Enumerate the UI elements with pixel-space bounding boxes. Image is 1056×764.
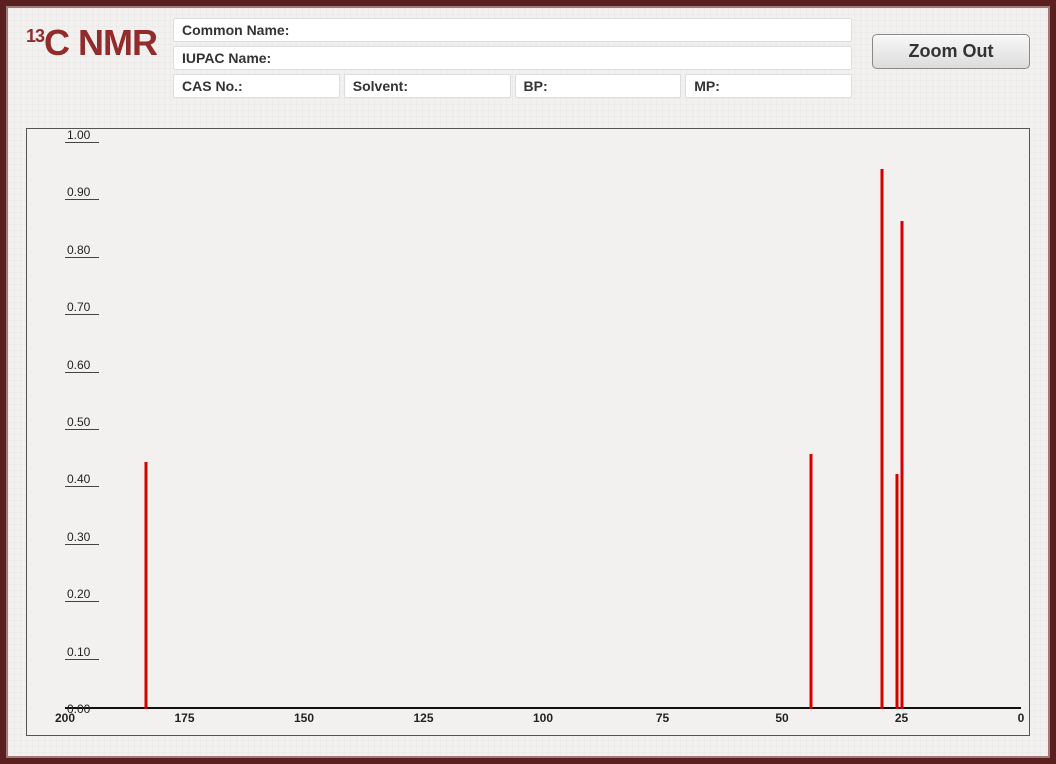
nmr-peak xyxy=(145,462,148,709)
mp-label: MP: xyxy=(694,78,720,94)
nmr-text: C NMR xyxy=(44,22,157,63)
cas-field[interactable]: CAS No.: xyxy=(173,74,340,98)
cas-label: CAS No.: xyxy=(182,78,243,94)
x-tick-label: 175 xyxy=(174,711,194,725)
y-tick-label: 1.00 xyxy=(67,128,101,142)
y-tick-label: 0.60 xyxy=(67,358,101,372)
x-tick-label: 100 xyxy=(533,711,553,725)
x-tick-label: 200 xyxy=(55,711,75,725)
y-tick-label: 0.40 xyxy=(67,472,101,486)
x-tick-label: 150 xyxy=(294,711,314,725)
y-tick-label: 0.80 xyxy=(67,243,101,257)
iupac-name-field[interactable]: IUPAC Name: xyxy=(173,46,852,70)
solvent-field[interactable]: Solvent: xyxy=(344,74,511,98)
x-tick-label: 50 xyxy=(775,711,788,725)
nmr-logo: 13C NMR xyxy=(22,18,165,64)
nmr-peak xyxy=(900,221,903,709)
y-tick-label: 0.20 xyxy=(67,587,101,601)
zoom-out-button[interactable]: Zoom Out xyxy=(872,34,1030,69)
y-tick-label: 0.10 xyxy=(67,645,101,659)
y-tick-label: 0.50 xyxy=(67,415,101,429)
bp-label: BP: xyxy=(524,78,548,94)
bp-field[interactable]: BP: xyxy=(515,74,682,98)
nmr-peak xyxy=(809,454,812,709)
common-name-field[interactable]: Common Name: xyxy=(173,18,852,42)
isotope-number: 13 xyxy=(26,26,44,46)
common-name-label: Common Name: xyxy=(182,22,289,38)
nmr-chart[interactable]: 0.000.100.200.300.400.500.600.700.800.90… xyxy=(26,128,1030,736)
nmr-peak xyxy=(881,169,884,709)
y-tick-label: 0.30 xyxy=(67,530,101,544)
nmr-peak xyxy=(895,474,898,709)
x-tick-label: 0 xyxy=(1018,711,1025,725)
x-tick-label: 25 xyxy=(895,711,908,725)
iupac-name-label: IUPAC Name: xyxy=(182,50,271,66)
solvent-label: Solvent: xyxy=(353,78,408,94)
mp-field[interactable]: MP: xyxy=(685,74,852,98)
y-tick-label: 0.70 xyxy=(67,300,101,314)
chart-baseline xyxy=(65,707,1021,709)
y-tick-label: 0.90 xyxy=(67,185,101,199)
x-tick-label: 75 xyxy=(656,711,669,725)
x-tick-label: 125 xyxy=(413,711,433,725)
